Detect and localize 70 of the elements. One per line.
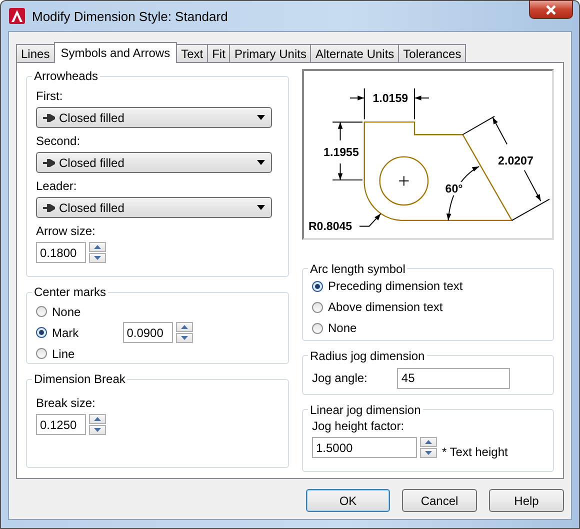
window-title: Modify Dimension Style: Standard bbox=[32, 8, 229, 24]
spin-down-button[interactable] bbox=[176, 333, 193, 343]
input-field[interactable]: 0.1250 bbox=[36, 414, 86, 435]
app-icon bbox=[9, 8, 25, 24]
up-arrow-icon bbox=[94, 245, 101, 249]
spin-up-button[interactable] bbox=[89, 242, 106, 252]
spin-down-button[interactable] bbox=[89, 253, 106, 263]
spin-down-button[interactable] bbox=[89, 425, 106, 435]
tab[interactable]: Fit bbox=[207, 44, 230, 62]
dimension-label: 1.1955 bbox=[324, 146, 359, 159]
field-label: Break size: bbox=[36, 396, 96, 410]
close-button[interactable] bbox=[529, 0, 573, 19]
field-label: Second: bbox=[36, 134, 82, 148]
arrowhead-icon bbox=[43, 204, 55, 212]
down-arrow-icon bbox=[94, 256, 101, 260]
group-title: Arc length symbol bbox=[309, 262, 406, 276]
dimension-label: 2.0207 bbox=[498, 156, 534, 168]
up-arrow-icon bbox=[94, 417, 101, 421]
radio-button[interactable]: Above dimension text bbox=[312, 296, 545, 318]
dimension-label: R0.8045 bbox=[308, 221, 352, 234]
dialog-button[interactable]: OK bbox=[306, 489, 390, 512]
unit-label: * Text height bbox=[442, 444, 508, 459]
dimension-label: 1.0159 bbox=[372, 92, 408, 105]
input-field[interactable]: 45 bbox=[397, 368, 510, 389]
down-arrow-icon bbox=[180, 336, 188, 340]
radio-button[interactable]: Mark bbox=[36, 322, 81, 343]
close-icon bbox=[545, 4, 557, 14]
dropdown[interactable]: Closed filled bbox=[36, 152, 272, 173]
radio-button[interactable]: None bbox=[36, 301, 81, 322]
leader-line bbox=[359, 213, 382, 227]
caret-icon bbox=[257, 205, 265, 210]
dimension-label: 60° bbox=[445, 183, 463, 196]
group-title: Arrowheads bbox=[33, 69, 100, 83]
dialog-button[interactable]: Cancel bbox=[402, 489, 477, 512]
tab[interactable]: Lines bbox=[16, 44, 55, 62]
tab[interactable]: Text bbox=[176, 44, 208, 62]
dialog-button[interactable]: Help bbox=[489, 489, 564, 512]
radio-button[interactable]: Line bbox=[36, 343, 81, 364]
tab[interactable]: Primary Units bbox=[229, 44, 312, 62]
group-title: Center marks bbox=[33, 285, 108, 299]
tab[interactable]: Tolerances bbox=[398, 44, 466, 62]
input-field[interactable]: 0.0900 bbox=[122, 322, 173, 343]
spin-down-button[interactable] bbox=[420, 448, 437, 458]
dropdown[interactable]: Closed filled bbox=[36, 197, 272, 218]
field-label: Arrow size: bbox=[36, 224, 96, 238]
input-field[interactable]: 0.1800 bbox=[36, 242, 86, 263]
spin-up-button[interactable] bbox=[176, 322, 193, 332]
input-field[interactable]: 1.5000 bbox=[312, 437, 417, 458]
down-arrow-icon bbox=[94, 428, 101, 432]
arrowhead-icon bbox=[43, 114, 55, 122]
field-label: Jog angle: bbox=[312, 371, 368, 386]
caret-icon bbox=[257, 160, 265, 165]
dropdown[interactable]: Closed filled bbox=[36, 107, 272, 128]
spin-up-button[interactable] bbox=[89, 414, 106, 424]
arrowhead-icon bbox=[43, 158, 55, 166]
radio-button[interactable]: Preceding dimension text bbox=[312, 276, 545, 297]
group-title: Radius jog dimension bbox=[309, 348, 426, 363]
field-label: Jog height factor: bbox=[312, 418, 406, 433]
group-title: Linear jog dimension bbox=[309, 402, 422, 417]
field-label: First: bbox=[36, 89, 64, 103]
up-arrow-icon bbox=[425, 440, 432, 444]
down-arrow-icon bbox=[425, 451, 432, 456]
field-label: Leader: bbox=[36, 179, 78, 193]
spin-up-button[interactable] bbox=[420, 437, 437, 448]
up-arrow-icon bbox=[180, 325, 188, 329]
caret-icon bbox=[257, 115, 265, 120]
radio-button[interactable]: None bbox=[312, 318, 545, 339]
group-title: Dimension Break bbox=[33, 372, 126, 386]
tab[interactable]: Symbols and Arrows bbox=[54, 42, 178, 63]
tab[interactable]: Alternate Units bbox=[310, 44, 400, 62]
